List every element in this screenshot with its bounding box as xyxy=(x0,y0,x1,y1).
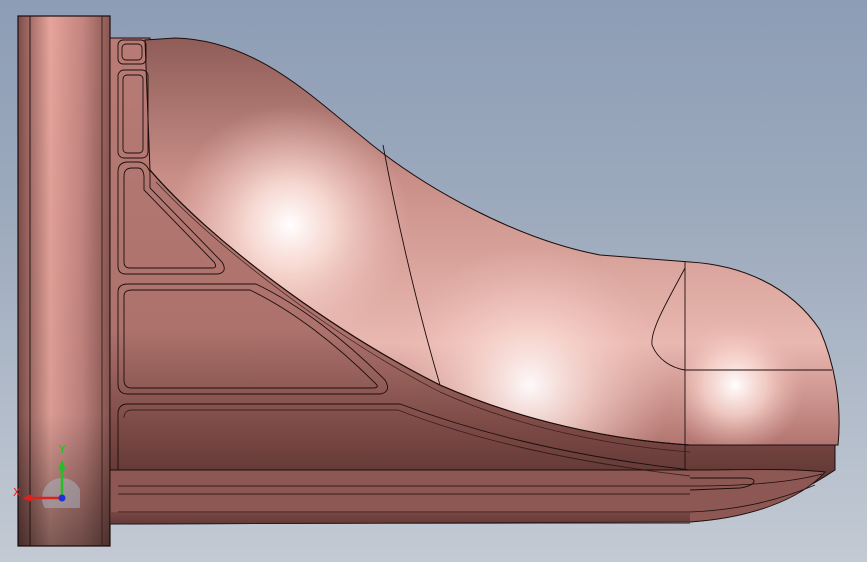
cad-model-view[interactable] xyxy=(0,0,867,562)
y-axis-label: Y xyxy=(58,443,66,456)
z-axis-dot-icon xyxy=(58,494,66,502)
graphics-viewport[interactable]: Y X xyxy=(0,0,867,562)
coordinate-triad: Y X xyxy=(13,443,80,508)
lower-lip[interactable] xyxy=(109,469,826,525)
x-axis-label: X xyxy=(13,486,21,499)
